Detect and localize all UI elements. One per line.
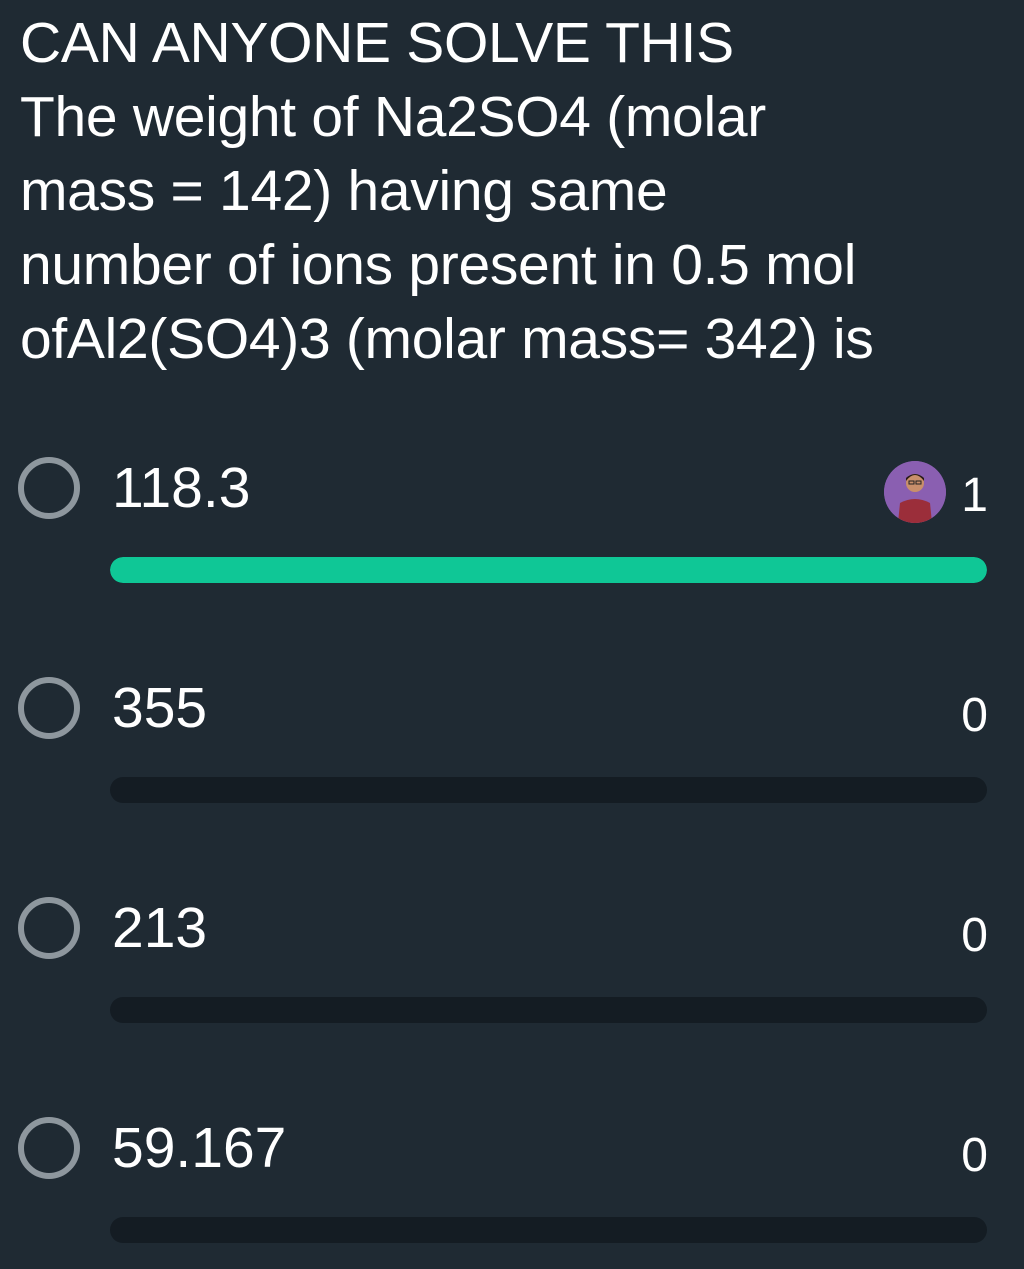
radio-unselected-icon[interactable] xyxy=(18,457,80,519)
voter-avatar-icon[interactable] xyxy=(884,461,946,523)
poll-option-1[interactable]: 118.3 1 xyxy=(0,430,1024,583)
vote-progress-fill xyxy=(110,557,987,583)
option-label: 59.167 xyxy=(112,1116,287,1180)
poll-option-3[interactable]: 213 0 xyxy=(0,870,1024,1023)
option-label: 355 xyxy=(112,676,208,740)
option-vote-count: 0 xyxy=(961,689,988,742)
radio-unselected-icon[interactable] xyxy=(18,897,80,959)
poll-option-2[interactable]: 355 0 xyxy=(0,650,1024,803)
option-vote-count: 1 xyxy=(961,469,988,522)
option-label: 118.3 xyxy=(112,456,251,520)
question-line: number of ions present in 0.5 mol xyxy=(20,233,857,297)
question-line: The weight of Na2SO4 (molar xyxy=(20,85,766,149)
question-line: mass = 142) having same xyxy=(20,159,668,223)
vote-progress-bar xyxy=(110,557,987,583)
vote-progress-bar xyxy=(110,777,987,803)
poll-option-4[interactable]: 59.167 0 xyxy=(0,1090,1024,1243)
vote-progress-bar xyxy=(110,997,987,1023)
option-vote-count: 0 xyxy=(961,909,988,962)
question-line: CAN ANYONE SOLVE THIS xyxy=(20,11,734,75)
poll-question: CAN ANYONE SOLVE THIS The weight of Na2S… xyxy=(20,6,1010,376)
question-line: ofAl2(SO4)3 (molar mass= 342) is xyxy=(20,307,874,371)
radio-unselected-icon[interactable] xyxy=(18,1117,80,1179)
radio-unselected-icon[interactable] xyxy=(18,677,80,739)
option-vote-count: 0 xyxy=(961,1129,988,1182)
vote-progress-bar xyxy=(110,1217,987,1243)
option-label: 213 xyxy=(112,896,208,960)
poll-card: CAN ANYONE SOLVE THIS The weight of Na2S… xyxy=(0,0,1024,1269)
